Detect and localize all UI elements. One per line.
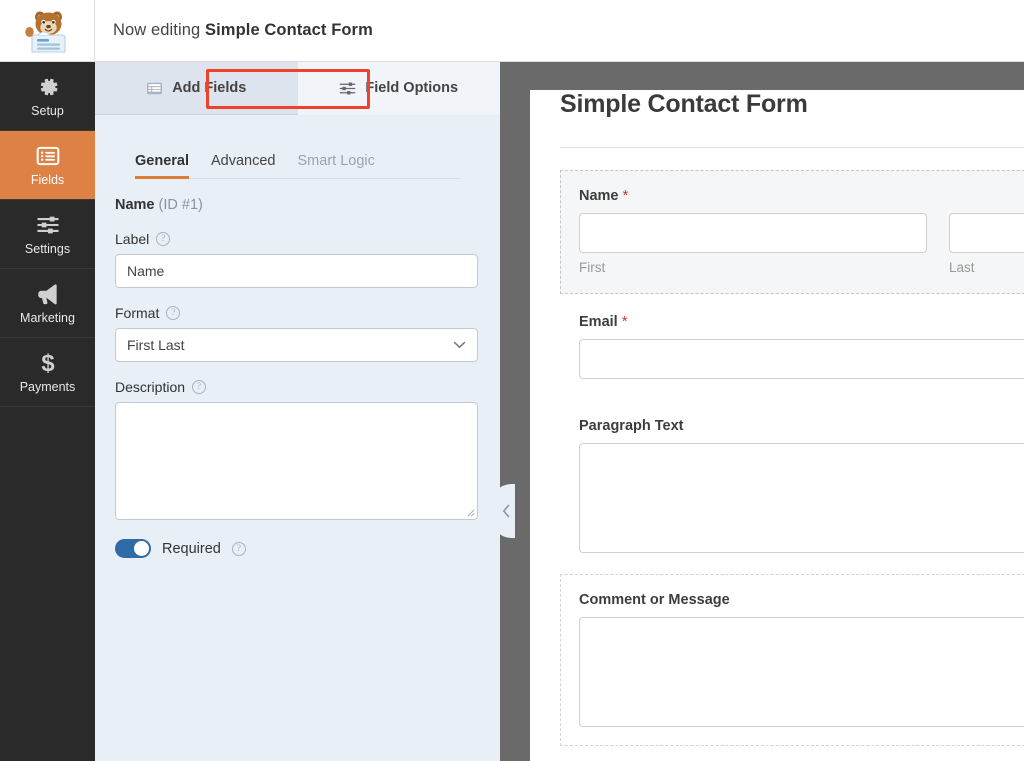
preview-field-comment-or-message[interactable]: Comment or Message bbox=[560, 574, 1024, 746]
name-first-col: First bbox=[579, 213, 927, 275]
sidebar-item-fields[interactable]: Fields bbox=[0, 131, 95, 200]
subtab-label: General bbox=[135, 153, 189, 169]
format-select[interactable]: First Last bbox=[115, 328, 478, 362]
name-last-col: Last bbox=[949, 213, 1024, 275]
description-textarea[interactable] bbox=[115, 402, 478, 520]
label-field-label: Label ? bbox=[115, 231, 480, 247]
label-text: Name bbox=[579, 188, 619, 204]
label-text: Comment or Message bbox=[579, 592, 730, 608]
name-first-sublabel: First bbox=[579, 260, 606, 275]
subtab-general[interactable]: General bbox=[135, 153, 189, 179]
subtab-smart-logic[interactable]: Smart Logic bbox=[298, 153, 375, 178]
subtab-label: Advanced bbox=[211, 153, 276, 169]
preview-field-label: Name * bbox=[579, 187, 1024, 204]
name-last-sublabel: Last bbox=[949, 260, 975, 275]
label-input[interactable] bbox=[115, 254, 478, 288]
label-text: Paragraph Text bbox=[579, 418, 684, 434]
title-divider bbox=[560, 147, 1024, 148]
name-first-input[interactable] bbox=[579, 213, 927, 253]
label-text: Email bbox=[579, 314, 618, 330]
options-subtabs: General Advanced Smart Logic bbox=[135, 135, 460, 179]
sidebar-item-label: Settings bbox=[24, 242, 71, 257]
format-field-label: Format ? bbox=[115, 305, 480, 321]
preview-top-band bbox=[530, 62, 1024, 90]
selected-field-name: Name bbox=[115, 197, 155, 213]
sidebar-item-settings[interactable]: Settings bbox=[0, 200, 95, 269]
top-header: Now editing Simple Contact Form bbox=[0, 0, 1024, 62]
toggle-knob bbox=[134, 541, 149, 556]
option-label-group: Label ? bbox=[115, 231, 480, 288]
editing-prefix: Now editing bbox=[113, 21, 201, 39]
chevron-down-icon bbox=[453, 341, 466, 349]
comment-or-message-textarea[interactable] bbox=[579, 617, 1024, 727]
preview-field-label: Paragraph Text bbox=[579, 417, 1024, 434]
form-preview-title: Simple Contact Form bbox=[560, 90, 808, 118]
name-subfields-row: First Last bbox=[579, 213, 1024, 275]
email-input[interactable] bbox=[579, 339, 1024, 379]
preview-field-name[interactable]: Name * First Last bbox=[560, 170, 1024, 294]
preview-field-email[interactable]: Email * bbox=[560, 296, 1024, 398]
fields-list-icon bbox=[146, 80, 163, 97]
subtab-advanced[interactable]: Advanced bbox=[211, 153, 276, 178]
sidebar-item-payments[interactable]: $ Payments bbox=[0, 338, 95, 407]
sidebar-item-marketing[interactable]: Marketing bbox=[0, 269, 95, 338]
required-asterisk: * bbox=[621, 313, 628, 330]
main-sidebar: Setup Fields Settings Marketing $ Paymen… bbox=[0, 62, 95, 761]
tab-field-options[interactable]: Field Options bbox=[297, 62, 500, 115]
help-circle-icon[interactable]: ? bbox=[231, 541, 246, 556]
preview-field-label: Email * bbox=[579, 313, 1024, 330]
chevron-left-icon bbox=[502, 504, 510, 518]
field-options-panel: Add Fields Field Options General Advance… bbox=[95, 62, 500, 761]
tab-label: Add Fields bbox=[172, 80, 247, 96]
label-text: Description bbox=[115, 379, 186, 395]
tab-add-fields[interactable]: Add Fields bbox=[95, 62, 298, 115]
sidebar-item-label: Setup bbox=[31, 104, 64, 119]
help-circle-icon[interactable]: ? bbox=[192, 380, 207, 394]
panel-divider bbox=[500, 62, 530, 761]
selected-field-id: (ID #1) bbox=[158, 197, 203, 213]
gear-icon bbox=[35, 74, 61, 100]
required-label: Required bbox=[162, 540, 221, 557]
list-icon bbox=[35, 143, 61, 169]
form-preview-canvas: Simple Contact Form Name * First Last Em… bbox=[530, 62, 1024, 761]
page-title: Now editing Simple Contact Form bbox=[95, 21, 373, 40]
wpforms-logo[interactable] bbox=[0, 0, 95, 62]
description-field-label: Description ? bbox=[115, 379, 480, 395]
format-selected-value: First Last bbox=[127, 337, 185, 353]
subtab-label: Smart Logic bbox=[297, 153, 375, 169]
options-body: General Advanced Smart Logic Name (ID #1… bbox=[95, 115, 500, 558]
editing-form-name: Simple Contact Form bbox=[205, 21, 373, 39]
required-toggle[interactable] bbox=[115, 539, 151, 558]
label-text: Label bbox=[115, 231, 150, 247]
megaphone-icon bbox=[35, 281, 61, 307]
name-last-input[interactable] bbox=[949, 213, 1024, 253]
preview-field-label: Comment or Message bbox=[579, 591, 1024, 608]
dollar-icon: $ bbox=[35, 350, 61, 376]
paragraph-text-textarea[interactable] bbox=[579, 443, 1024, 553]
tab-label: Field Options bbox=[365, 80, 459, 96]
sidebar-item-label: Fields bbox=[30, 173, 65, 188]
required-toggle-row: Required ? bbox=[115, 539, 480, 558]
sliders-icon bbox=[339, 80, 356, 97]
svg-text:$: $ bbox=[41, 350, 54, 376]
preview-field-paragraph-text[interactable]: Paragraph Text bbox=[560, 400, 1024, 572]
mascot-icon bbox=[25, 11, 66, 53]
label-text: Format bbox=[115, 305, 160, 321]
sidebar-item-setup[interactable]: Setup bbox=[0, 62, 95, 131]
option-description-group: Description ? bbox=[115, 379, 480, 520]
sliders-icon bbox=[35, 212, 61, 238]
selected-field-heading: Name (ID #1) bbox=[115, 197, 480, 213]
help-circle-icon[interactable]: ? bbox=[156, 232, 171, 246]
sidebar-item-label: Payments bbox=[19, 380, 76, 395]
option-format-group: Format ? First Last bbox=[115, 305, 480, 362]
sidebar-item-label: Marketing bbox=[20, 311, 75, 326]
help-circle-icon[interactable]: ? bbox=[166, 306, 181, 320]
panel-tabbar: Add Fields Field Options bbox=[95, 62, 500, 115]
required-asterisk: * bbox=[622, 187, 629, 204]
